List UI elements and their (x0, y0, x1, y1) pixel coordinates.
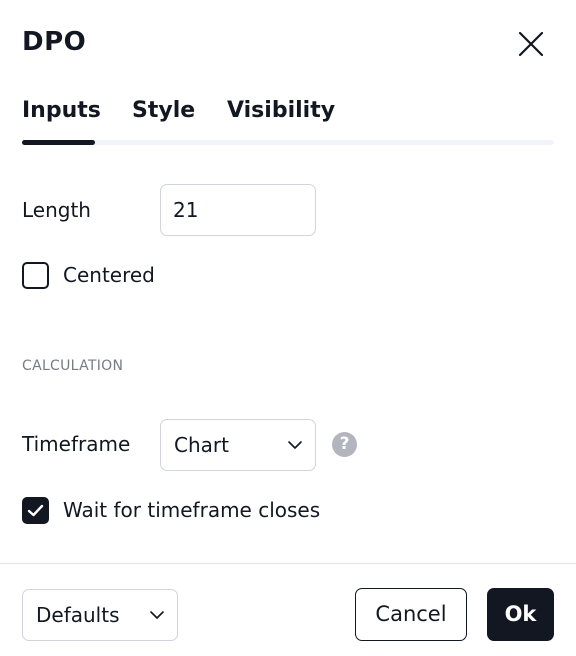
footer-divider (0, 563, 576, 564)
active-tab-indicator (22, 140, 95, 145)
section-calculation-label: CALCULATION (22, 358, 124, 374)
defaults-dropdown[interactable]: Defaults (22, 589, 178, 641)
question-circle-icon[interactable]: ? (332, 432, 357, 457)
ok-button[interactable]: Ok (487, 588, 554, 641)
chevron-down-icon (288, 441, 302, 449)
dialog-title: DPO (22, 27, 87, 57)
length-input[interactable] (160, 184, 316, 236)
timeframe-select-value: Chart (174, 433, 229, 457)
timeframe-select[interactable]: Chart (160, 419, 316, 471)
wait-timeframe-label: Wait for timeframe closes (63, 498, 321, 522)
centered-checkbox[interactable] (22, 262, 49, 289)
chevron-down-icon (150, 611, 164, 619)
cancel-button[interactable]: Cancel (355, 588, 467, 641)
timeframe-label: Timeframe (22, 432, 131, 456)
close-button[interactable] (515, 28, 547, 60)
checkmark-icon (27, 504, 44, 517)
close-icon (518, 31, 544, 57)
centered-label: Centered (63, 263, 155, 287)
tab-visibility[interactable]: Visibility (227, 98, 335, 123)
wait-timeframe-checkbox[interactable] (22, 497, 49, 524)
tab-track (22, 140, 554, 145)
defaults-label: Defaults (36, 603, 120, 627)
tab-style[interactable]: Style (132, 98, 195, 123)
tab-inputs[interactable]: Inputs (22, 98, 101, 123)
length-label: Length (22, 198, 91, 222)
tab-bar: Inputs Style Visibility (22, 98, 554, 146)
